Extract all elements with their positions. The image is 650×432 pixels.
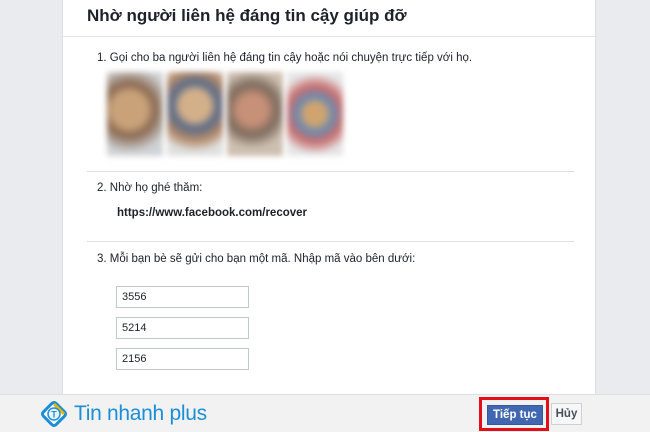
dialog-title: Nhờ người liên hệ đáng tin cậy giúp đỡ — [87, 6, 407, 25]
svg-text:T: T — [51, 410, 57, 420]
code-input-2[interactable] — [116, 317, 249, 339]
step-2-text: 2. Nhờ họ ghé thăm: — [97, 182, 203, 194]
code-input-1[interactable] — [116, 286, 249, 308]
continue-button[interactable]: Tiếp tục — [487, 405, 543, 425]
watermark-logo: T Tin nhanh plus — [40, 400, 207, 428]
logo-icon: T — [40, 400, 68, 428]
right-margin — [596, 0, 650, 394]
step-3-text: 3. Mỗi bạn bè sẽ gửi cho bạn một mã. Nhậ… — [97, 253, 416, 265]
contact-avatar — [167, 72, 223, 156]
cancel-button[interactable]: Hủy — [551, 403, 582, 425]
dialog-footer: T Tin nhanh plus Tiếp tục Hủy — [0, 394, 650, 432]
title-divider — [63, 36, 595, 37]
code-input-3[interactable] — [116, 348, 249, 370]
contact-avatar — [287, 72, 343, 156]
highlight-box: Tiếp tục — [479, 397, 549, 431]
contact-avatar — [227, 72, 283, 156]
section-divider — [87, 171, 574, 172]
step-1-text: 1. Gọi cho ba người liên hệ đáng tin cậy… — [97, 52, 473, 64]
trusted-contacts-dialog: Nhờ người liên hệ đáng tin cậy giúp đỡ 1… — [62, 0, 596, 394]
recover-url: https://www.facebook.com/recover — [117, 207, 308, 219]
trusted-contacts-avatars — [107, 72, 343, 156]
section-divider — [87, 241, 574, 242]
logo-text: Tin nhanh plus — [74, 402, 207, 425]
contact-avatar — [107, 72, 163, 156]
